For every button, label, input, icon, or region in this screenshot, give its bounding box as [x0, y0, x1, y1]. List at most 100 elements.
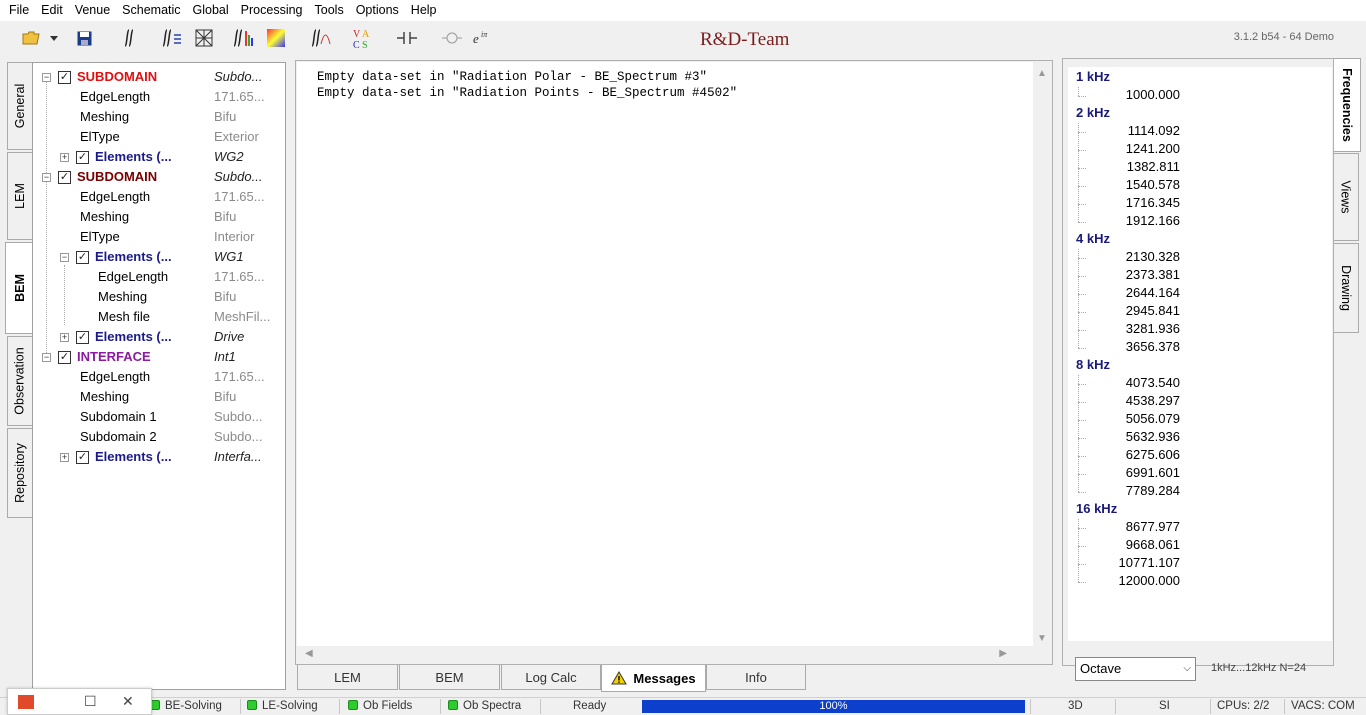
collapse-icon[interactable]: − [42, 173, 51, 182]
mesh-button[interactable] [191, 25, 217, 51]
checkbox-interface[interactable]: ✓ [58, 351, 71, 364]
frequency-value[interactable]: 5056.079 [1080, 411, 1180, 426]
scroll-left-icon[interactable]: ◀ [305, 648, 313, 659]
frequency-value[interactable]: 6991.601 [1080, 465, 1180, 480]
collapse-icon[interactable]: − [42, 353, 51, 362]
tree-node-elements-wg2[interactable]: Elements (... [95, 147, 172, 167]
circuit-button[interactable] [394, 25, 420, 51]
frequency-value[interactable]: 12000.000 [1080, 573, 1180, 588]
tab-bem[interactable]: BEM [5, 242, 33, 334]
tab-log-calc[interactable]: Log Calc [501, 665, 601, 690]
frequency-value[interactable]: 2130.328 [1080, 249, 1180, 264]
menu-global[interactable]: Global [187, 0, 235, 21]
tree-node-elements-drive[interactable]: Elements (... [95, 327, 172, 347]
tree-prop-meshing[interactable]: Meshing [80, 387, 129, 407]
octave-dropdown[interactable]: Octave ⌵ [1075, 657, 1196, 681]
frequency-value[interactable]: 10771.107 [1080, 555, 1180, 570]
scroll-up-icon[interactable]: ▲ [1037, 68, 1047, 79]
scroll-down-icon[interactable]: ▼ [1037, 633, 1047, 644]
menu-edit[interactable]: Edit [35, 0, 69, 21]
complex-exp-button[interactable]: e iπ [470, 25, 496, 51]
tree-prop-edgelength[interactable]: EdgeLength [80, 187, 150, 207]
tab-repository[interactable]: Repository [7, 428, 32, 518]
maximize-icon[interactable]: ☐ [84, 693, 97, 710]
open-dropdown-button[interactable] [46, 25, 62, 51]
integral-curve-button[interactable] [307, 25, 333, 51]
expand-icon[interactable]: + [60, 153, 69, 162]
frequency-value[interactable]: 4538.297 [1080, 393, 1180, 408]
frequency-value[interactable]: 2945.841 [1080, 303, 1180, 318]
tab-info[interactable]: Info [706, 665, 806, 690]
checkbox-elements-drive[interactable]: ✓ [76, 331, 89, 344]
frequency-value[interactable]: 1912.166 [1080, 213, 1180, 228]
frequency-value[interactable]: 1000.000 [1080, 87, 1180, 102]
frequency-band-header[interactable]: 1 kHz [1076, 69, 1110, 84]
menu-options[interactable]: Options [350, 0, 405, 21]
vertical-scrollbar[interactable]: ▲ ▼ [1033, 62, 1051, 648]
integral-color-button[interactable] [229, 25, 255, 51]
tree-node-subdomain-1[interactable]: SUBDOMAIN [77, 67, 157, 87]
menu-processing[interactable]: Processing [235, 0, 309, 21]
vacs-button[interactable]: V A C S [350, 25, 376, 51]
tree-prop-meshing[interactable]: Meshing [80, 207, 129, 227]
frequency-band-header[interactable]: 8 kHz [1076, 357, 1110, 372]
source-button[interactable] [439, 25, 465, 51]
frequency-band-header[interactable]: 4 kHz [1076, 231, 1110, 246]
checkbox-elements-interface[interactable]: ✓ [76, 451, 89, 464]
tab-bottom-lem[interactable]: LEM [297, 665, 398, 690]
tree-prop-edgelength[interactable]: EdgeLength [98, 267, 168, 287]
collapse-icon[interactable]: − [42, 73, 51, 82]
messages-text-area[interactable]: Empty data-set in "Radiation Polar - BE_… [297, 62, 1033, 648]
menu-venue[interactable]: Venue [69, 0, 116, 21]
frequency-list[interactable]: 1 kHz 1000.000 2 kHz 1114.092 1241.200 1382.8… [1068, 67, 1332, 641]
frequency-value[interactable]: 4073.540 [1080, 375, 1180, 390]
integral-equals-button[interactable] [158, 25, 184, 51]
tab-drawing[interactable]: Drawing [1334, 243, 1359, 333]
tree-node-subdomain-2[interactable]: SUBDOMAIN [77, 167, 157, 187]
frequency-value[interactable]: 3281.936 [1080, 321, 1180, 336]
menu-help[interactable]: Help [405, 0, 443, 21]
checkbox-elements-wg2[interactable]: ✓ [76, 151, 89, 164]
frequency-value[interactable]: 2373.381 [1080, 267, 1180, 282]
tab-lem[interactable]: LEM [7, 152, 32, 240]
menu-schematic[interactable]: Schematic [116, 0, 186, 21]
tree-prop-mesh-file[interactable]: Mesh file [98, 307, 150, 327]
save-button[interactable] [71, 25, 97, 51]
frequency-value[interactable]: 9668.061 [1080, 537, 1180, 552]
tab-general[interactable]: General [7, 62, 32, 150]
frequency-value[interactable]: 1716.345 [1080, 195, 1180, 210]
open-folder-button[interactable] [18, 25, 44, 51]
tree-prop-subdomain-2[interactable]: Subdomain 2 [80, 427, 157, 447]
tree-prop-eltype[interactable]: ElType [80, 127, 120, 147]
frequency-value[interactable]: 8677.977 [1080, 519, 1180, 534]
frequency-band-header[interactable]: 16 kHz [1076, 501, 1117, 516]
frequency-value[interactable]: 1114.092 [1080, 123, 1180, 138]
frequency-value[interactable]: 7789.284 [1080, 483, 1180, 498]
menu-tools[interactable]: Tools [309, 0, 350, 21]
tab-bottom-bem[interactable]: BEM [399, 665, 500, 690]
tab-messages[interactable]: Messages [601, 665, 706, 692]
scroll-right-icon[interactable]: ▶ [999, 648, 1007, 659]
tab-frequencies[interactable]: Frequencies [1334, 58, 1361, 152]
tab-observation[interactable]: Observation [7, 336, 32, 426]
expand-icon[interactable]: + [60, 453, 69, 462]
tab-views[interactable]: Views [1334, 153, 1359, 241]
close-icon[interactable]: ✕ [122, 693, 134, 710]
collapse-icon[interactable]: − [60, 253, 69, 262]
checkbox-subdomain-2[interactable]: ✓ [58, 171, 71, 184]
frequency-value[interactable]: 5632.936 [1080, 429, 1180, 444]
tree-prop-meshing[interactable]: Meshing [98, 287, 147, 307]
expand-icon[interactable]: + [60, 333, 69, 342]
frequency-value[interactable]: 3656.378 [1080, 339, 1180, 354]
frequency-value[interactable]: 1540.578 [1080, 177, 1180, 192]
color-map-button[interactable] [263, 25, 289, 51]
tree-prop-subdomain-1[interactable]: Subdomain 1 [80, 407, 157, 427]
frequency-value[interactable]: 6275.606 [1080, 447, 1180, 462]
minimized-window[interactable]: ☐ ✕ [7, 688, 152, 715]
tree-node-interface[interactable]: INTERFACE [77, 347, 151, 367]
tree-prop-edgelength[interactable]: EdgeLength [80, 367, 150, 387]
tree-prop-meshing[interactable]: Meshing [80, 107, 129, 127]
checkbox-elements-wg1[interactable]: ✓ [76, 251, 89, 264]
menu-file[interactable]: File [3, 0, 35, 21]
integral-button[interactable] [115, 25, 141, 51]
